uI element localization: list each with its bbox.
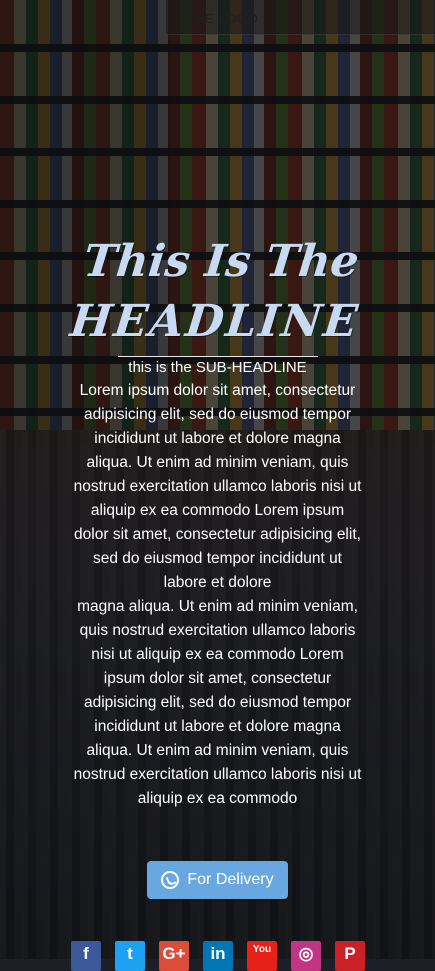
instagram-icon[interactable]: ◎: [291, 941, 321, 971]
logo[interactable]: THE LOGO: [187, 11, 258, 26]
headline: This Is The HEADLINE: [61, 232, 374, 352]
twitter-icon[interactable]: t: [115, 941, 145, 971]
google-plus-icon[interactable]: G+: [159, 941, 189, 971]
subheadline: this is the SUB-HEADLINE: [128, 359, 307, 376]
headline-line-2: HEADLINE: [67, 296, 362, 347]
for-delivery-button[interactable]: For Delivery: [147, 861, 288, 899]
body-text: Lorem ipsum dolor sit amet, consectetur …: [73, 379, 363, 811]
for-delivery-label: For Delivery: [187, 871, 274, 888]
paragraph-1: Lorem ipsum dolor sit amet, consectetur …: [73, 382, 362, 591]
divider: [117, 356, 318, 357]
hero-section: This Is The HEADLINE this is the SUB-HEA…: [0, 232, 435, 811]
pinterest-icon[interactable]: P: [335, 941, 365, 971]
youtube-icon[interactable]: You: [247, 941, 277, 971]
headline-line-1: This Is The: [80, 236, 361, 287]
facebook-icon[interactable]: f: [71, 941, 101, 971]
paragraph-2: magna aliqua. Ut enim ad minim veniam, q…: [73, 598, 362, 807]
whatsapp-icon: [161, 871, 180, 889]
linkedin-icon[interactable]: in: [203, 941, 233, 971]
social-links: f t G+ in You ◎ P: [71, 941, 365, 971]
